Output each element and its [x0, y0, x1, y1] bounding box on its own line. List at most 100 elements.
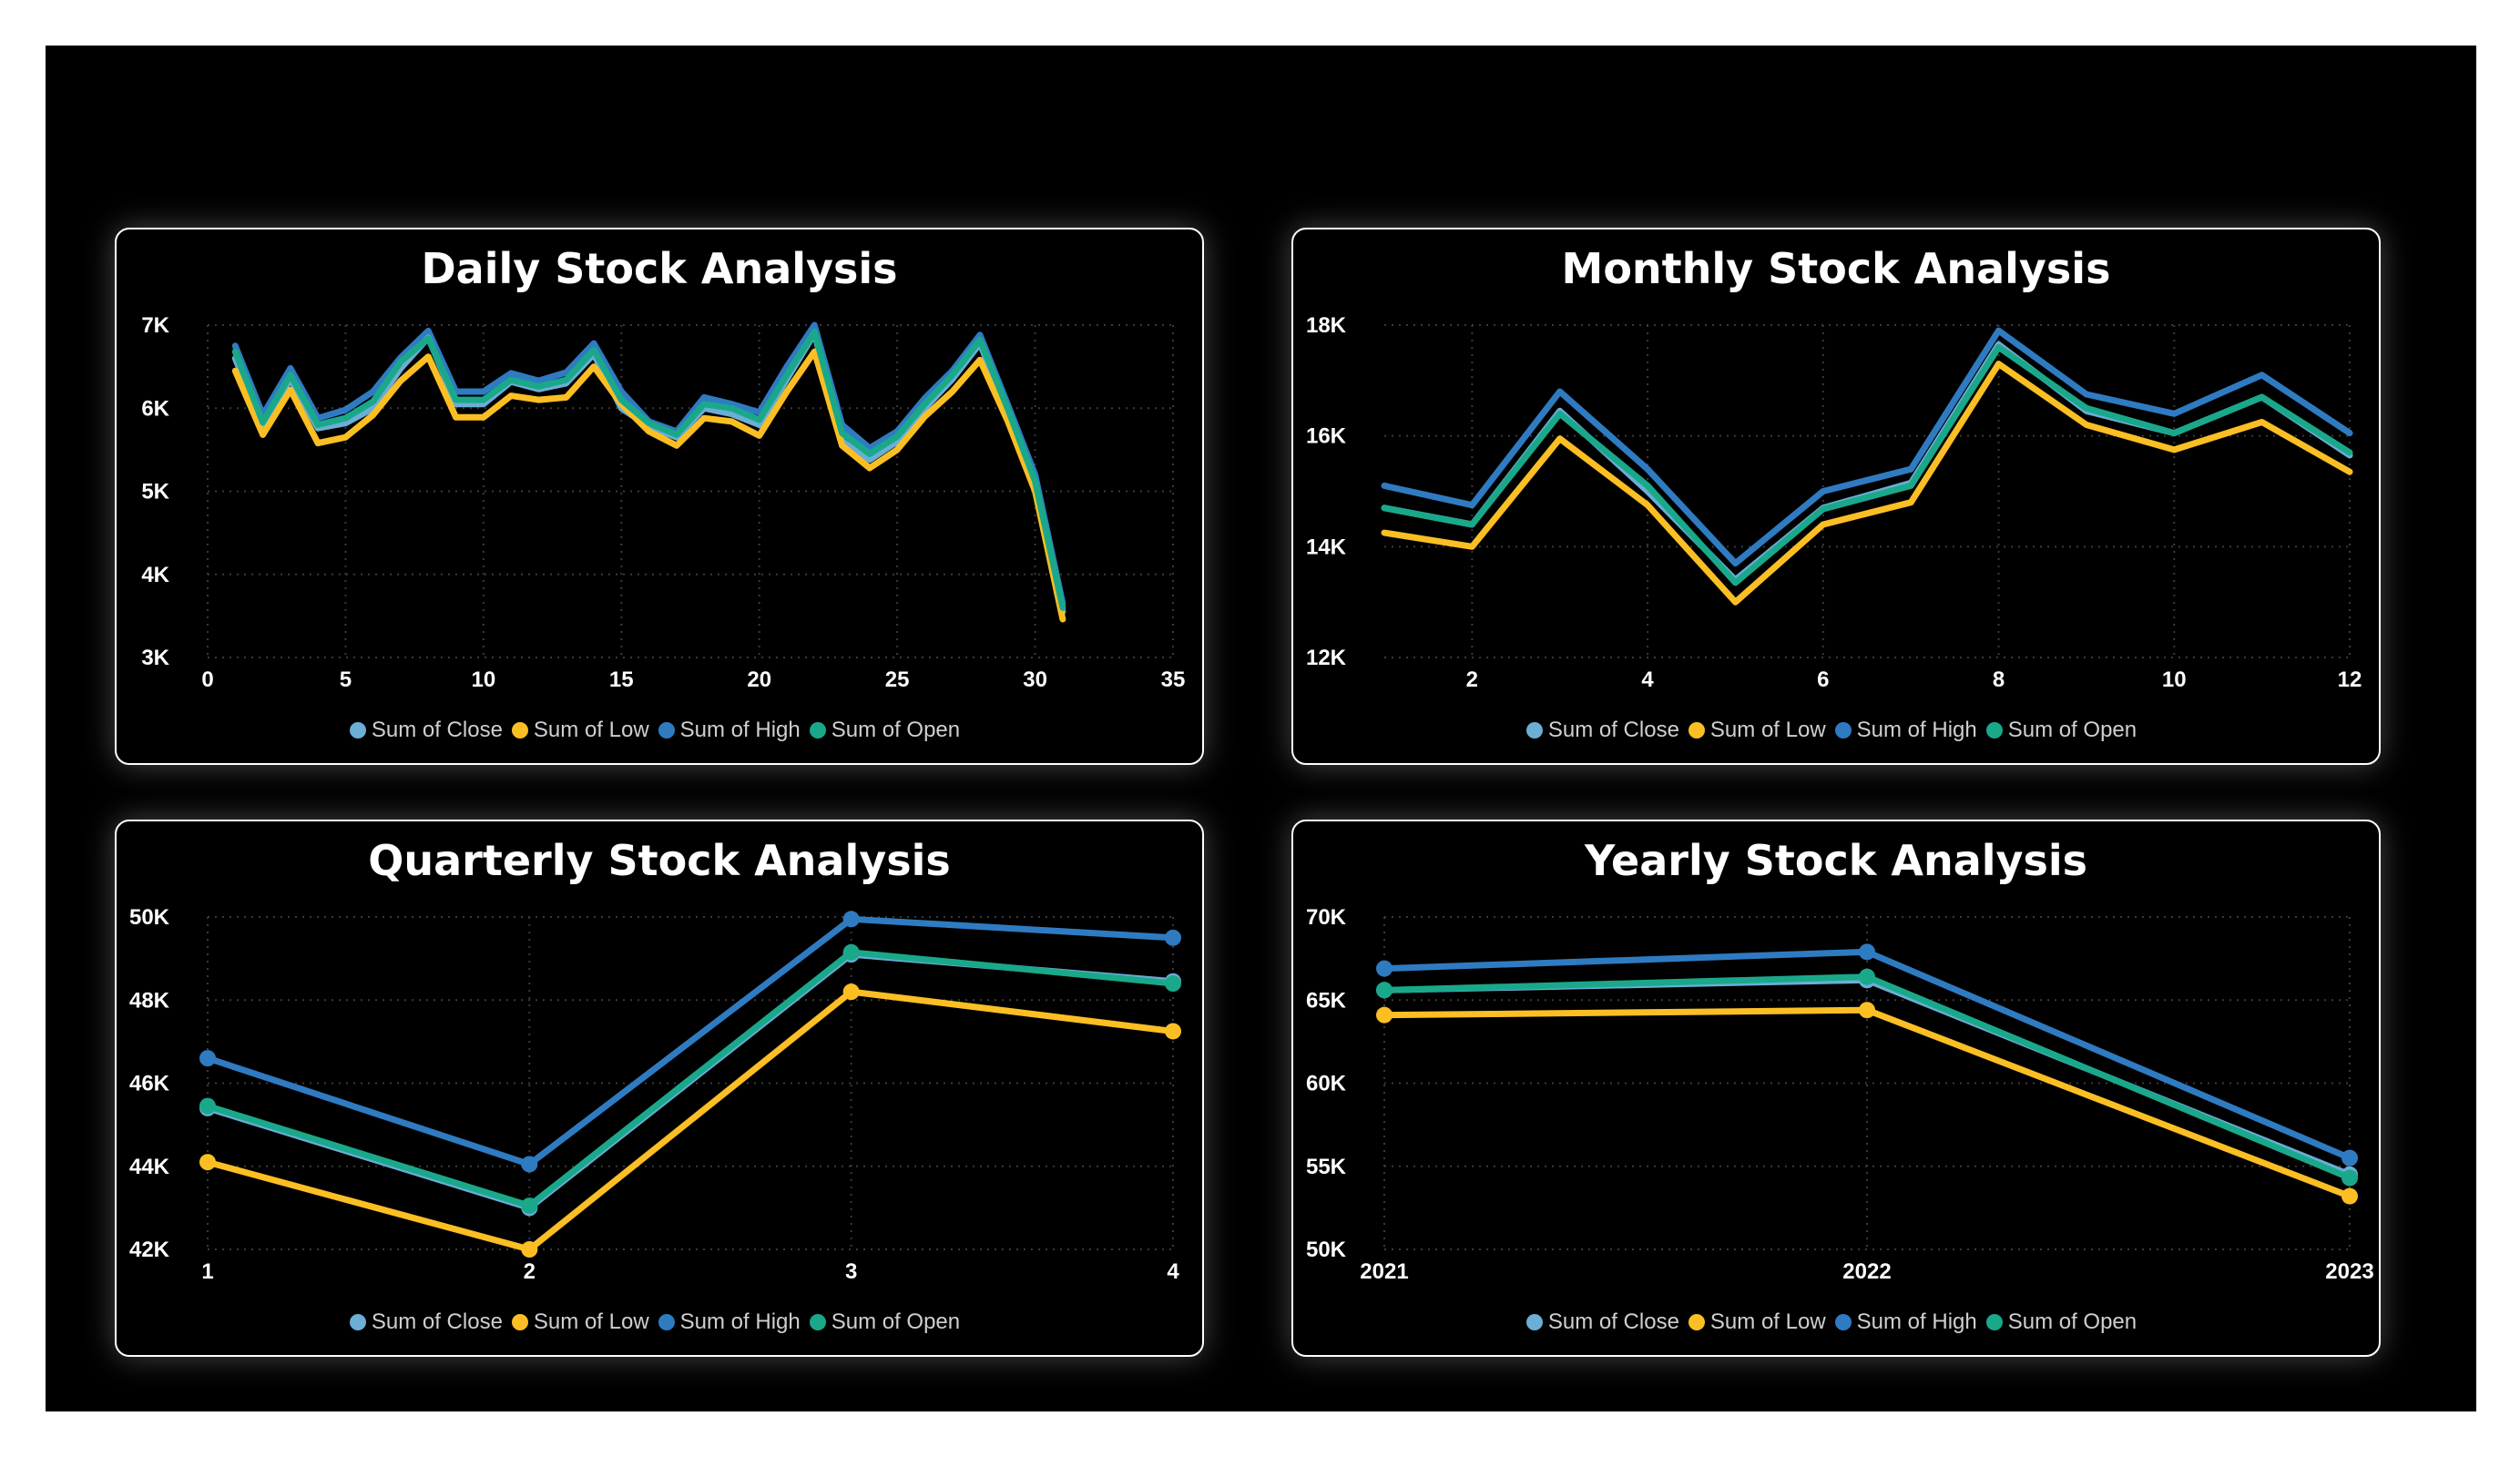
x-tick-label: 2022 [1842, 1259, 1891, 1284]
data-point [521, 1197, 538, 1215]
legend-label: Sum of Low [1709, 718, 1826, 742]
data-point [842, 911, 860, 928]
y-tick-label: 70K [1306, 905, 1347, 930]
x-tick-label: 2 [1466, 667, 1478, 692]
legend-swatch [1985, 722, 2003, 739]
x-tick-label: 3 [845, 1259, 857, 1284]
x-tick-label: 15 [609, 667, 634, 692]
daily-chart-card: Daily Stock Analysis 3K 4K 5K 6K 7K 0 5 10 15 20 2… [115, 228, 1204, 765]
legend-item[interactable]: Sum of High [1834, 1309, 1977, 1335]
legend-label: Sum of High [679, 1309, 801, 1334]
x-tick-label: 5 [340, 667, 352, 692]
legend-swatch [511, 722, 528, 739]
legend-item[interactable]: Sum of Low [1688, 718, 1826, 743]
yearly-chart-plot[interactable]: 50K 55K 60K 65K 70K 2021 2022 2023 [1293, 821, 2379, 1355]
legend-item[interactable]: Sum of Open [809, 718, 961, 743]
data-point [842, 983, 860, 1001]
legend-item[interactable]: Sum of Open [809, 1309, 961, 1335]
x-tick-label: 35 [1161, 667, 1186, 692]
chart-legend: Sum of Close Sum of Low Sum of High Sum of … [1293, 718, 2379, 743]
x-tick-label: 2021 [1360, 1259, 1408, 1284]
legend-swatch [1525, 722, 1543, 739]
y-tick-label: 44K [129, 1155, 170, 1179]
daily-chart-plot[interactable]: 3K 4K 5K 6K 7K 0 5 10 15 20 25 30 35 [117, 229, 1202, 763]
chart-legend: Sum of Close Sum of Low Sum of High Sum of … [117, 718, 1202, 743]
x-tick-label: 2023 [2325, 1259, 2373, 1284]
legend-item[interactable]: Sum of Close [349, 718, 503, 743]
legend-label: Sum of Open [831, 1309, 961, 1334]
chart-legend: Sum of Close Sum of Low Sum of High Sum of … [117, 1309, 1202, 1335]
y-tick-label: 65K [1306, 988, 1347, 1013]
y-tick-label: 50K [1306, 1238, 1347, 1262]
data-point [2341, 1169, 2358, 1187]
x-tick-label: 10 [2162, 667, 2187, 692]
data-point [2341, 1187, 2358, 1205]
series-line [204, 949, 1177, 1209]
legend-label: Sum of High [679, 718, 801, 742]
legend-label: Sum of Open [831, 718, 961, 742]
x-tick-label: 10 [472, 667, 496, 692]
legend-item[interactable]: Sum of Open [1985, 718, 2137, 743]
legend-swatch [1834, 722, 1852, 739]
data-point [199, 1097, 216, 1115]
legend-item[interactable]: Sum of High [658, 718, 801, 743]
y-tick-label: 4K [141, 563, 169, 587]
data-point [1376, 1006, 1393, 1024]
legend-item[interactable]: Sum of Low [511, 1309, 649, 1335]
data-point [1165, 929, 1181, 946]
legend-item[interactable]: Sum of Close [349, 1309, 503, 1335]
series-line [231, 328, 1066, 611]
data-point [521, 1156, 538, 1173]
x-tick-label: 6 [1817, 667, 1829, 692]
x-tick-label: 12 [2338, 667, 2362, 692]
y-tick-label: 7K [141, 313, 169, 338]
legend-label: Sum of High [1856, 1309, 1977, 1334]
legend-item[interactable]: Sum of High [1834, 718, 1977, 743]
y-tick-label: 16K [1306, 424, 1347, 449]
y-tick-label: 60K [1306, 1072, 1347, 1096]
data-point [199, 1050, 216, 1067]
data-point [2341, 1149, 2358, 1167]
y-tick-label: 55K [1306, 1155, 1347, 1179]
legend-item[interactable]: Sum of Close [1525, 718, 1679, 743]
y-tick-label: 6K [141, 396, 169, 421]
legend-label: Sum of Close [1547, 1309, 1679, 1334]
y-tick-label: 18K [1306, 313, 1347, 338]
y-tick-label: 42K [129, 1238, 170, 1262]
legend-item[interactable]: Sum of Low [511, 718, 649, 743]
data-point [1376, 982, 1393, 999]
legend-label: Sum of High [1856, 718, 1977, 742]
x-tick-label: 30 [1023, 667, 1047, 692]
y-tick-label: 46K [129, 1072, 170, 1096]
legend-swatch [1688, 1314, 1705, 1330]
quarterly-chart-card: Quarterly Stock Analysis 42K 44K 46K 48K 50K… [115, 820, 1204, 1357]
x-tick-label: 4 [1167, 1259, 1179, 1284]
legend-swatch [511, 1314, 528, 1330]
y-tick-label: 5K [141, 480, 169, 504]
legend-swatch [349, 1314, 366, 1330]
x-tick-label: 0 [201, 667, 213, 692]
y-tick-label: 14K [1306, 535, 1347, 559]
yearly-chart-card: Yearly Stock Analysis 50K 55K 60K 65K 70K 202… [1291, 820, 2381, 1357]
series-line [1381, 341, 2353, 584]
quarterly-chart-plot[interactable]: 42K 44K 46K 48K 50K 1 2 3 4 [117, 821, 1202, 1355]
monthly-chart-plot[interactable]: 12K 14K 16K 18K 2 4 6 8 10 12 [1293, 229, 2379, 763]
series-line [204, 915, 1177, 1167]
legend-item[interactable]: Sum of Close [1525, 1309, 1679, 1335]
legend-swatch [1688, 722, 1705, 739]
x-tick-label: 4 [1641, 667, 1654, 692]
data-point [1859, 1002, 1875, 1019]
series-line [231, 321, 1066, 607]
legend-swatch [658, 722, 675, 739]
data-point [521, 1241, 538, 1258]
y-tick-label: 48K [129, 988, 170, 1013]
x-tick-label: 8 [1993, 667, 2005, 692]
legend-item[interactable]: Sum of Low [1688, 1309, 1826, 1335]
x-tick-label: 1 [201, 1259, 213, 1284]
legend-item[interactable]: Sum of High [658, 1309, 801, 1335]
legend-item[interactable]: Sum of Open [1985, 1309, 2137, 1335]
legend-label: Sum of Open [2007, 1309, 2137, 1334]
monthly-chart-card: Monthly Stock Analysis 12K 14K 16K 18K 2 4 6 8 1… [1291, 228, 2381, 765]
legend-swatch [349, 722, 366, 739]
legend-label: Sum of Open [2007, 718, 2137, 742]
